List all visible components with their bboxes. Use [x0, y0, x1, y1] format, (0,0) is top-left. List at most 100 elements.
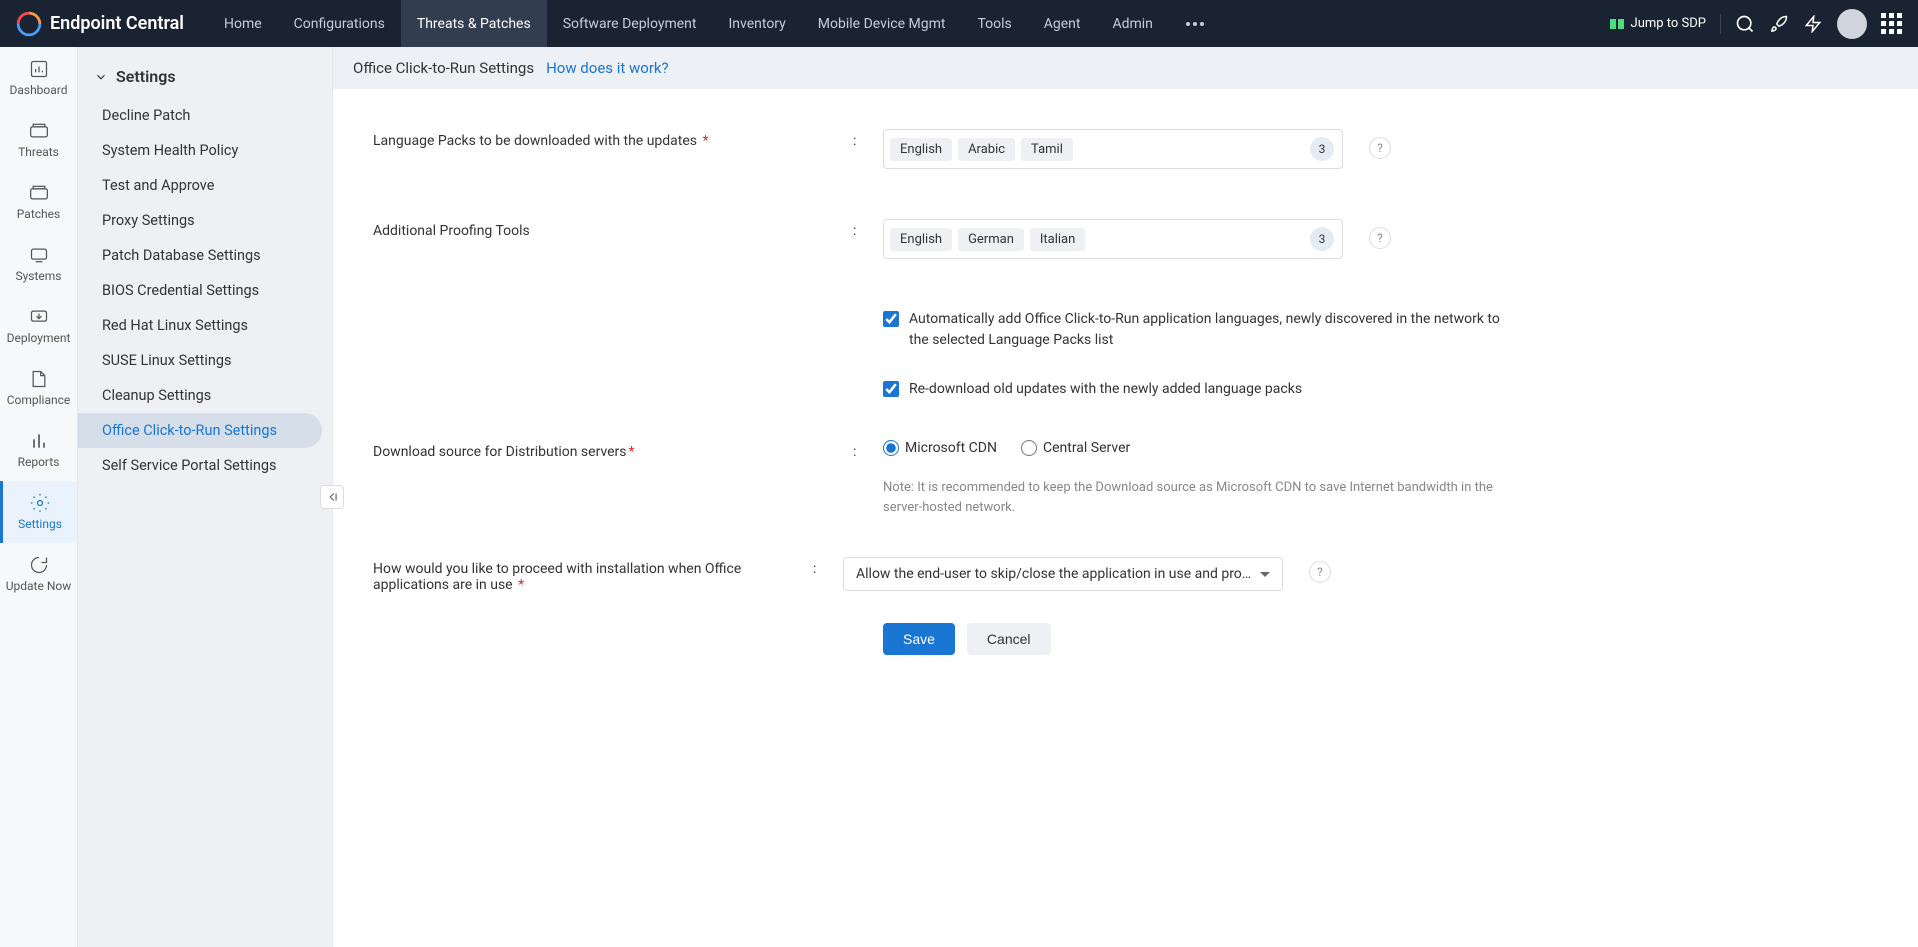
checkbox-group: Automatically add Office Click-to-Run ap… [883, 309, 1878, 400]
save-button[interactable]: Save [883, 623, 955, 655]
divider [1720, 14, 1721, 34]
tag-english[interactable]: English [890, 138, 952, 161]
settings-icon [30, 493, 50, 513]
settings-item-office-click-to-run-settings[interactable]: Office Click-to-Run Settings [78, 413, 322, 448]
rail-item-reports[interactable]: Reports [0, 419, 77, 481]
nav-tab-inventory[interactable]: Inventory [712, 0, 801, 47]
settings-item-bios-credential-settings[interactable]: BIOS Credential Settings [78, 273, 332, 308]
top-navbar: Endpoint Central HomeConfigurationsThrea… [0, 0, 1918, 47]
dashboard-icon [29, 59, 49, 79]
chevron-down-icon [94, 70, 108, 84]
settings-item-test-and-approve[interactable]: Test and Approve [78, 168, 332, 203]
rocket-icon[interactable] [1769, 14, 1789, 34]
compliance-icon [29, 369, 49, 389]
nav-tab-software-deployment[interactable]: Software Deployment [547, 0, 713, 47]
download-source-note: Note: It is recommended to keep the Down… [883, 478, 1503, 517]
redownload-checkbox[interactable] [883, 381, 899, 397]
main-nav-tabs: HomeConfigurationsThreats & PatchesSoftw… [208, 0, 1609, 47]
rail-item-update-now[interactable]: Update Now [0, 543, 77, 605]
settings-item-proxy-settings[interactable]: Proxy Settings [78, 203, 332, 238]
update-now-icon [29, 555, 49, 575]
rail-item-systems[interactable]: Systems [0, 233, 77, 295]
rail-item-patches[interactable]: Patches [0, 171, 77, 233]
rail-label: Threats [18, 145, 59, 159]
auto-add-languages-checkbox-row: Automatically add Office Click-to-Run ap… [883, 309, 1878, 351]
tag-german[interactable]: German [958, 228, 1024, 251]
language-count-badge: 3 [1310, 137, 1334, 161]
language-packs-row: Language Packs to be downloaded with the… [373, 129, 1878, 169]
proofing-tools-label: Additional Proofing Tools [373, 219, 853, 239]
lightning-icon[interactable] [1803, 14, 1823, 34]
proofing-tools-input[interactable]: English German Italian 3 [883, 219, 1343, 259]
nav-tab-threats-patches[interactable]: Threats & Patches [401, 0, 547, 47]
topbar-actions: Jump to SDP [1609, 9, 1902, 39]
rail-label: Systems [15, 269, 61, 283]
systems-icon [29, 245, 49, 265]
download-source-row: Download source for Distribution servers… [373, 440, 1878, 517]
rail-label: Update Now [6, 579, 72, 593]
rail-label: Compliance [7, 393, 71, 407]
settings-item-decline-patch[interactable]: Decline Patch [78, 98, 332, 133]
rail-item-threats[interactable]: Threats [0, 109, 77, 171]
settings-panel-header: Settings [78, 59, 332, 98]
nav-tab-admin[interactable]: Admin [1096, 0, 1168, 47]
rail-label: Dashboard [9, 83, 67, 97]
settings-title: Settings [116, 67, 176, 86]
rail-item-dashboard[interactable]: Dashboard [0, 47, 77, 109]
rail-label: Deployment [7, 331, 71, 345]
language-packs-input[interactable]: English Arabic Tamil 3 [883, 129, 1343, 169]
settings-item-cleanup-settings[interactable]: Cleanup Settings [78, 378, 332, 413]
rail-label: Patches [17, 207, 60, 221]
settings-item-red-hat-linux-settings[interactable]: Red Hat Linux Settings [78, 308, 332, 343]
installation-behavior-label: How would you like to proceed with insta… [373, 557, 813, 593]
threats-icon [29, 121, 49, 141]
deployment-icon [29, 307, 49, 327]
redownload-label: Re-download old updates with the newly a… [909, 379, 1302, 400]
jump-to-sdp-link[interactable]: Jump to SDP [1609, 16, 1706, 32]
tag-tamil[interactable]: Tamil [1021, 138, 1073, 161]
brand-name: Endpoint Central [50, 13, 184, 34]
rail-label: Settings [18, 517, 62, 531]
settings-item-patch-database-settings[interactable]: Patch Database Settings [78, 238, 332, 273]
redownload-checkbox-row: Re-download old updates with the newly a… [883, 379, 1878, 400]
how-does-it-work-link[interactable]: How does it work? [546, 59, 669, 77]
proofing-count-badge: 3 [1310, 227, 1334, 251]
help-icon[interactable]: ? [1369, 137, 1391, 159]
brand-logo[interactable]: Endpoint Central [16, 11, 184, 37]
cancel-button[interactable]: Cancel [967, 623, 1051, 655]
rail-item-compliance[interactable]: Compliance [0, 357, 77, 419]
help-icon[interactable]: ? [1369, 227, 1391, 249]
nav-tab-mobile-device-mgmt[interactable]: Mobile Device Mgmt [802, 0, 962, 47]
central-server-radio[interactable]: Central Server [1021, 440, 1130, 456]
download-source-label: Download source for Distribution servers… [373, 440, 853, 460]
settings-list: Decline PatchSystem Health PolicyTest an… [78, 98, 332, 483]
rail-item-deployment[interactable]: Deployment [0, 295, 77, 357]
tag-english[interactable]: English [890, 228, 952, 251]
search-icon[interactable] [1735, 14, 1755, 34]
tag-italian[interactable]: Italian [1030, 228, 1085, 251]
microsoft-cdn-radio[interactable]: Microsoft CDN [883, 440, 997, 456]
settings-item-suse-linux-settings[interactable]: SUSE Linux Settings [78, 343, 332, 378]
apps-grid-icon[interactable] [1881, 13, 1902, 34]
side-rail-nav: Dashboard Threats Patches Systems Deployment… [0, 47, 78, 947]
auto-add-languages-label: Automatically add Office Click-to-Run ap… [909, 309, 1509, 351]
user-avatar[interactable] [1837, 9, 1867, 39]
settings-item-system-health-policy[interactable]: System Health Policy [78, 133, 332, 168]
form-area: Language Packs to be downloaded with the… [333, 89, 1918, 685]
form-actions: Save Cancel [883, 623, 1878, 655]
nav-more-icon[interactable] [1169, 0, 1221, 47]
installation-behavior-select[interactable]: Allow the end-user to skip/close the app… [843, 557, 1283, 591]
nav-tab-agent[interactable]: Agent [1028, 0, 1097, 47]
settings-item-self-service-portal-settings[interactable]: Self Service Portal Settings [78, 448, 332, 483]
tag-arabic[interactable]: Arabic [958, 138, 1015, 161]
nav-tab-home[interactable]: Home [208, 0, 278, 47]
help-icon[interactable]: ? [1309, 561, 1331, 583]
nav-tab-configurations[interactable]: Configurations [278, 0, 401, 47]
proofing-tools-row: Additional Proofing Tools : EnglishGerma… [373, 219, 1878, 259]
rail-item-settings[interactable]: Settings [0, 481, 77, 543]
auto-add-languages-checkbox[interactable] [883, 311, 899, 327]
nav-tab-tools[interactable]: Tools [961, 0, 1027, 47]
reports-icon [29, 431, 49, 451]
patches-icon [29, 183, 49, 203]
collapse-panel-button[interactable] [320, 485, 344, 509]
